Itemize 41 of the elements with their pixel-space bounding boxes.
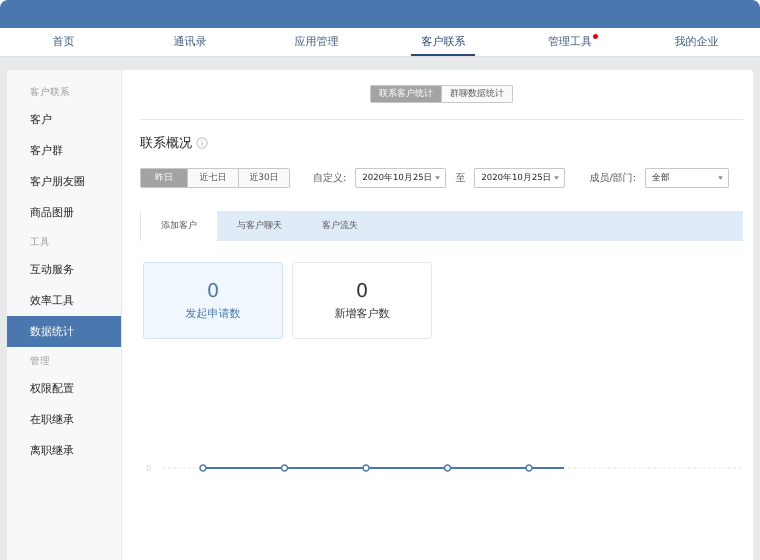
filter-label: 自定义: bbox=[313, 172, 346, 185]
nav-tab[interactable]: 首页 bbox=[42, 28, 84, 56]
filter-label: 成员/部门: bbox=[589, 172, 636, 185]
caret-icon bbox=[718, 176, 724, 180]
stat-label: 新增客户数 bbox=[334, 306, 390, 321]
caret-icon bbox=[435, 176, 440, 180]
sidebar-heading: 工具 bbox=[29, 236, 51, 250]
stat-label: 发起申请数 bbox=[186, 306, 240, 321]
stat-value: 0 bbox=[206, 280, 220, 302]
stat-card[interactable]: 0 新增客户数 bbox=[292, 262, 432, 339]
date-dropdown[interactable]: 2020年10月25日 bbox=[474, 168, 566, 188]
segment-button[interactable]: 近七日 bbox=[187, 169, 238, 187]
sidebar-item[interactable]: 商品图册 bbox=[7, 197, 121, 228]
tab[interactable]: 与客户聊天 bbox=[217, 211, 302, 241]
nav-tab[interactable]: 通讯录 bbox=[164, 28, 216, 56]
member-dropdown[interactable]: 全部 bbox=[645, 168, 730, 188]
sidebar-item[interactable]: 权限配置 bbox=[7, 373, 121, 404]
date-dropdown[interactable]: 2020年10月25日 bbox=[355, 168, 446, 188]
segment-button[interactable]: 近30日 bbox=[238, 169, 289, 187]
sidebar-item[interactable]: 互动服务 bbox=[7, 254, 121, 285]
info-icon[interactable] bbox=[196, 137, 208, 149]
sidebar-item[interactable]: 数据统计 bbox=[7, 316, 121, 347]
sidebar-item[interactable]: 效率工具 bbox=[7, 285, 121, 316]
nav-tab[interactable]: 我的企业 bbox=[664, 28, 729, 56]
sidebar-item[interactable]: 在职继承 bbox=[7, 404, 121, 435]
sidebar-heading: 客户联系 bbox=[29, 86, 71, 100]
stat-card[interactable]: 0 发起申请数 bbox=[143, 262, 283, 339]
sidebar-heading: 管理 bbox=[29, 355, 51, 369]
section-title: 联系概况 bbox=[140, 135, 192, 152]
tab[interactable]: 添加客户 bbox=[140, 211, 217, 241]
sidebar-item[interactable]: 离职继承 bbox=[7, 435, 121, 466]
nav-tab[interactable]: 应用管理 bbox=[284, 28, 349, 56]
sidebar-item[interactable]: 客户群 bbox=[7, 135, 121, 166]
nav-tab[interactable]: 管理工具 bbox=[538, 28, 602, 56]
sidebar-item[interactable]: 客户朋友圈 bbox=[7, 166, 121, 197]
sidebar-item[interactable]: 客户 bbox=[7, 104, 121, 135]
segment-button[interactable]: 群聊数据统计 bbox=[441, 86, 512, 102]
caret-icon bbox=[554, 176, 560, 180]
filter-label: 至 bbox=[455, 172, 466, 185]
tab[interactable]: 客户流失 bbox=[302, 211, 378, 241]
stat-value: 0 bbox=[356, 280, 368, 302]
